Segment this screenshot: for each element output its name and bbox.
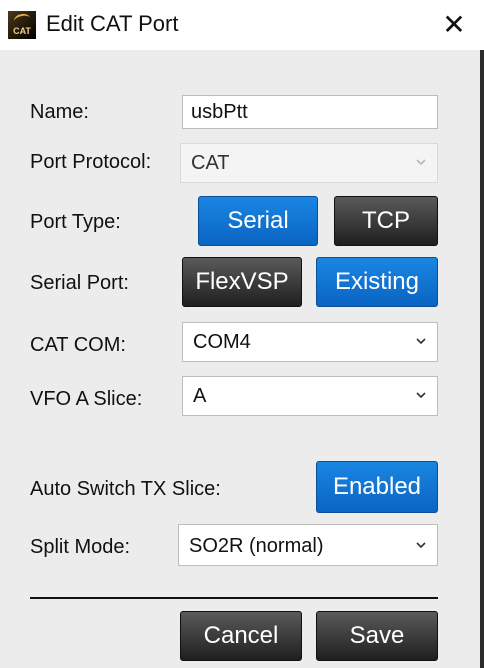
chevron-down-icon (416, 159, 426, 166)
name-label: Name: (30, 101, 89, 123)
cancel-button[interactable]: Cancel (180, 611, 302, 661)
port-type-serial-button[interactable]: Serial (198, 196, 318, 246)
chevron-down-icon (416, 338, 426, 345)
vfo-a-slice-value: A (193, 385, 207, 407)
name-input[interactable] (182, 95, 438, 129)
auto-switch-tx-slice-label: Auto Switch TX Slice: (30, 478, 221, 500)
split-mode-select[interactable]: SO2R (normal) (178, 524, 438, 566)
port-protocol-label: Port Protocol: (30, 151, 152, 173)
title-bar: CAT Edit CAT Port ✕ (0, 0, 484, 50)
chevron-down-icon (416, 392, 426, 399)
close-button[interactable]: ✕ (434, 5, 474, 45)
port-type-label: Port Type: (30, 211, 121, 233)
serial-port-existing-button[interactable]: Existing (316, 257, 438, 307)
divider (30, 597, 438, 599)
split-mode-label: Split Mode: (30, 536, 131, 558)
split-mode-value: SO2R (normal) (189, 535, 324, 557)
cat-com-value: COM4 (193, 331, 251, 353)
chevron-down-icon (416, 542, 426, 549)
vfo-a-slice-label: VFO A Slice: (30, 388, 143, 410)
cat-com-label: CAT COM: (30, 334, 126, 356)
vfo-a-slice-select[interactable]: A (182, 376, 438, 416)
serial-port-flexvsp-button[interactable]: FlexVSP (182, 257, 302, 307)
port-protocol-select: CAT (180, 143, 438, 183)
save-button[interactable]: Save (316, 611, 438, 661)
cat-app-icon: CAT (8, 11, 36, 39)
window-title: Edit CAT Port (46, 11, 179, 36)
close-icon: ✕ (442, 9, 466, 40)
cat-com-select[interactable]: COM4 (182, 322, 438, 362)
window-edge (480, 50, 484, 668)
port-type-tcp-button[interactable]: TCP (334, 196, 438, 246)
auto-switch-enabled-button[interactable]: Enabled (316, 461, 438, 513)
port-protocol-value: CAT (191, 152, 230, 174)
serial-port-label: Serial Port: (30, 272, 129, 294)
